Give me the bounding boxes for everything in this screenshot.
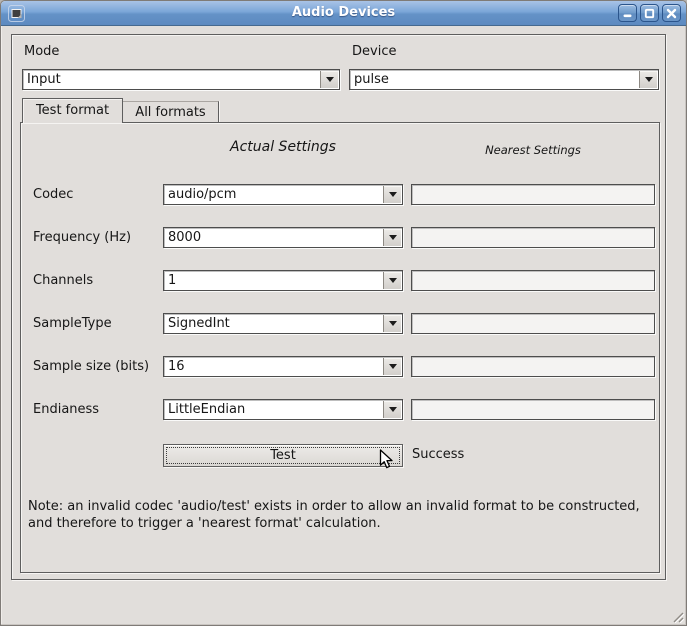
- format-combobox-value: 8000: [168, 230, 380, 245]
- mode-combobox-value: Input: [27, 72, 317, 87]
- format-row: Sample size (bits) 16: [21, 356, 659, 379]
- tab-all-formats[interactable]: All formats: [123, 101, 219, 122]
- chevron-down-icon: [389, 364, 397, 369]
- format-combobox-dropdown-button[interactable]: [383, 272, 401, 289]
- window-content: Mode Input Device pulse Test format All …: [1, 27, 686, 625]
- titlebar[interactable]: Audio Devices: [1, 1, 686, 26]
- nearest-setting-field: [411, 227, 655, 248]
- format-combobox[interactable]: SignedInt: [163, 313, 403, 334]
- format-row: Codec audio/pcm: [21, 184, 659, 207]
- format-combobox-dropdown-button[interactable]: [383, 186, 401, 203]
- minimize-icon: [622, 8, 633, 19]
- format-row: Channels 1: [21, 270, 659, 293]
- chevron-down-icon: [389, 192, 397, 197]
- format-row: SampleType SignedInt: [21, 313, 659, 336]
- format-combobox-dropdown-button[interactable]: [383, 229, 401, 246]
- format-combobox[interactable]: LittleEndian: [163, 399, 403, 420]
- maximize-button[interactable]: [640, 4, 659, 22]
- format-combobox-dropdown-button[interactable]: [383, 315, 401, 332]
- actual-settings-header: Actual Settings: [163, 139, 403, 155]
- test-button[interactable]: Test: [163, 444, 403, 467]
- format-row: Endianess LittleEndian: [21, 399, 659, 422]
- note-text: Note: an invalid codec 'audio/test' exis…: [28, 498, 640, 532]
- nearest-setting-field: [411, 313, 655, 334]
- close-icon: [666, 8, 677, 19]
- chevron-down-icon: [389, 235, 397, 240]
- nearest-setting-field: [411, 184, 655, 205]
- format-combobox-value: 16: [168, 359, 380, 374]
- device-combobox-value: pulse: [354, 72, 636, 87]
- audio-devices-window: Audio Devices Mode Input: [0, 0, 687, 626]
- nearest-setting-field: [411, 399, 655, 420]
- test-status-label: Success: [412, 447, 464, 462]
- note-line-2: and therefore to trigger a 'nearest form…: [28, 515, 640, 532]
- close-button[interactable]: [662, 4, 681, 22]
- main-frame: Mode Input Device pulse Test format All …: [11, 34, 666, 580]
- format-row-label: Frequency (Hz): [33, 230, 131, 245]
- chevron-down-icon: [389, 321, 397, 326]
- test-format-tab-panel: Actual Settings Nearest Settings Codec a…: [20, 122, 660, 573]
- format-combobox-value: SignedInt: [168, 316, 380, 331]
- format-row-label: Channels: [33, 273, 93, 288]
- nearest-settings-header: Nearest Settings: [411, 143, 655, 157]
- minimize-button[interactable]: [618, 4, 637, 22]
- mode-combobox-dropdown-button[interactable]: [320, 71, 338, 88]
- format-combobox[interactable]: 8000: [163, 227, 403, 248]
- format-row-label: Endianess: [33, 402, 99, 417]
- resize-grip-icon[interactable]: [668, 607, 684, 623]
- format-combobox-value: LittleEndian: [168, 402, 380, 417]
- chevron-down-icon: [389, 278, 397, 283]
- device-combobox-dropdown-button[interactable]: [639, 71, 657, 88]
- window-title: Audio Devices: [1, 5, 686, 20]
- nearest-setting-field: [411, 356, 655, 377]
- format-combobox[interactable]: 16: [163, 356, 403, 377]
- mode-label: Mode: [24, 44, 59, 59]
- maximize-icon: [644, 8, 655, 19]
- format-combobox-dropdown-button[interactable]: [383, 358, 401, 375]
- format-combobox[interactable]: audio/pcm: [163, 184, 403, 205]
- format-row: Frequency (Hz) 8000: [21, 227, 659, 250]
- format-row-label: SampleType: [33, 316, 112, 331]
- format-combobox-dropdown-button[interactable]: [383, 401, 401, 418]
- format-combobox-value: audio/pcm: [168, 187, 380, 202]
- chevron-down-icon: [389, 407, 397, 412]
- format-combobox-value: 1: [168, 273, 380, 288]
- nearest-setting-field: [411, 270, 655, 291]
- format-combobox[interactable]: 1: [163, 270, 403, 291]
- chevron-down-icon: [326, 77, 334, 82]
- device-combobox[interactable]: pulse: [349, 69, 659, 90]
- chevron-down-icon: [645, 77, 653, 82]
- format-row-label: Codec: [33, 187, 73, 202]
- note-line-1: Note: an invalid codec 'audio/test' exis…: [28, 498, 640, 515]
- mode-combobox[interactable]: Input: [22, 69, 340, 90]
- format-row-label: Sample size (bits): [33, 359, 149, 374]
- device-label: Device: [352, 44, 396, 59]
- tab-test-format[interactable]: Test format: [22, 98, 123, 123]
